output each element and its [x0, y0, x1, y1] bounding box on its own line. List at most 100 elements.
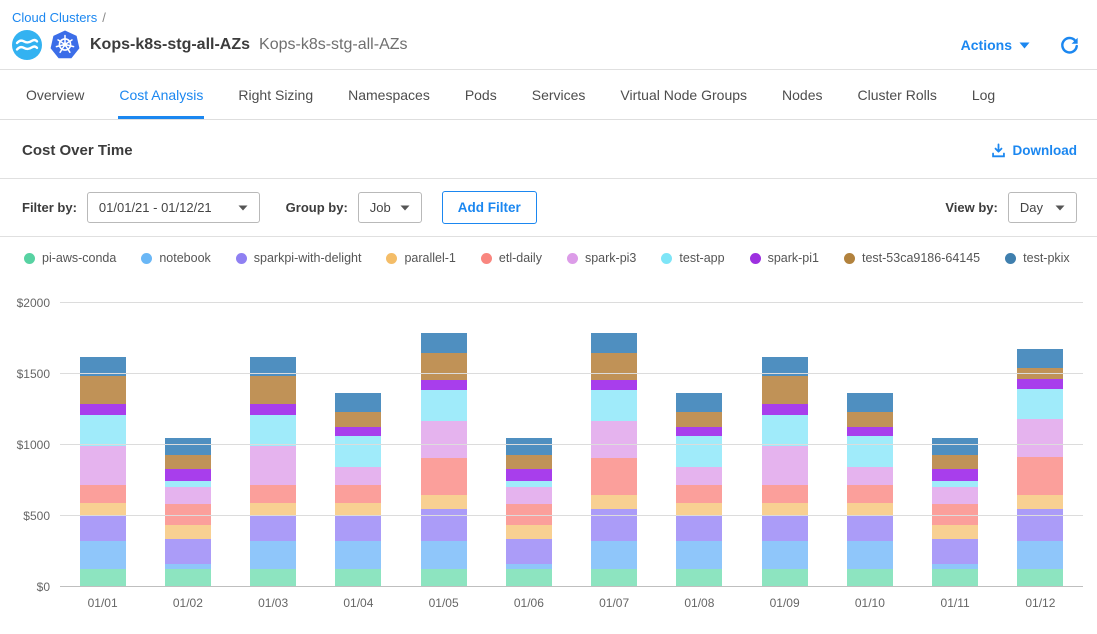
- tab-namespaces[interactable]: Namespaces: [347, 70, 431, 119]
- bar-segment-sparkpi-with-delight[interactable]: [762, 516, 808, 541]
- tab-log[interactable]: Log: [971, 70, 996, 119]
- bar-segment-sparkpi-with-delight[interactable]: [676, 515, 722, 541]
- bar-segment-sparkpi-with-delight[interactable]: [335, 515, 381, 541]
- bar-segment-test-53ca9186-64145[interactable]: [591, 353, 637, 380]
- bar-segment-test-app[interactable]: [250, 415, 296, 447]
- bar-segment-test-53ca9186-64145[interactable]: [80, 376, 126, 404]
- bar-segment-pi-aws-conda[interactable]: [250, 569, 296, 587]
- stacked-bar-01/07[interactable]: [591, 333, 637, 587]
- bar-segment-parallel-1[interactable]: [591, 495, 637, 508]
- bar-segment-test-pkix[interactable]: [165, 438, 211, 455]
- legend-item-spark-pi3[interactable]: spark-pi3: [567, 251, 636, 265]
- bar-segment-test-app[interactable]: [80, 415, 126, 447]
- bar-segment-test-pkix[interactable]: [421, 333, 467, 353]
- bar-segment-test-pkix[interactable]: [932, 438, 978, 455]
- bar-segment-test-53ca9186-64145[interactable]: [335, 412, 381, 426]
- bar-segment-test-53ca9186-64145[interactable]: [676, 412, 722, 426]
- bar-segment-test-app[interactable]: [421, 390, 467, 421]
- stacked-bar-01/12[interactable]: [1017, 349, 1063, 587]
- bar-segment-test-app[interactable]: [591, 390, 637, 421]
- legend-item-notebook[interactable]: notebook: [141, 251, 210, 265]
- bar-segment-pi-aws-conda[interactable]: [80, 569, 126, 587]
- bar-segment-parallel-1[interactable]: [1017, 495, 1063, 509]
- bar-segment-spark-pi1[interactable]: [421, 380, 467, 391]
- bar-segment-test-53ca9186-64145[interactable]: [250, 376, 296, 404]
- bar-segment-test-app[interactable]: [847, 436, 893, 467]
- legend-item-test-pkix[interactable]: test-pkix: [1005, 251, 1070, 265]
- bar-segment-spark-pi3[interactable]: [1017, 419, 1063, 457]
- stacked-bar-01/03[interactable]: [250, 357, 296, 587]
- bar-segment-test-pkix[interactable]: [1017, 349, 1063, 367]
- bar-segment-spark-pi3[interactable]: [506, 487, 552, 504]
- bar-segment-pi-aws-conda[interactable]: [762, 569, 808, 587]
- bar-segment-test-app[interactable]: [676, 436, 722, 467]
- bar-segment-etl-daily[interactable]: [1017, 457, 1063, 495]
- bar-segment-notebook[interactable]: [80, 541, 126, 569]
- bar-segment-notebook[interactable]: [676, 541, 722, 569]
- bar-segment-test-app[interactable]: [335, 436, 381, 467]
- download-button[interactable]: Download: [991, 143, 1078, 158]
- legend-item-etl-daily[interactable]: etl-daily: [481, 251, 542, 265]
- view-by-select[interactable]: Day: [1008, 192, 1077, 223]
- bar-segment-test-53ca9186-64145[interactable]: [932, 455, 978, 468]
- bar-segment-test-pkix[interactable]: [335, 393, 381, 412]
- tab-cluster-rolls[interactable]: Cluster Rolls: [856, 70, 937, 119]
- bar-segment-test-pkix[interactable]: [676, 393, 722, 412]
- bar-segment-spark-pi3[interactable]: [591, 421, 637, 458]
- bar-segment-test-53ca9186-64145[interactable]: [421, 353, 467, 380]
- bar-segment-test-pkix[interactable]: [591, 333, 637, 353]
- stacked-bar-01/06[interactable]: [506, 438, 552, 587]
- bar-segment-parallel-1[interactable]: [932, 525, 978, 539]
- bar-segment-spark-pi1[interactable]: [676, 427, 722, 436]
- stacked-bar-01/10[interactable]: [847, 393, 893, 587]
- bar-segment-spark-pi3[interactable]: [421, 421, 467, 458]
- bar-segment-etl-daily[interactable]: [676, 485, 722, 503]
- bar-segment-spark-pi3[interactable]: [80, 446, 126, 484]
- legend-item-test-app[interactable]: test-app: [661, 251, 724, 265]
- bar-segment-sparkpi-with-delight[interactable]: [506, 539, 552, 564]
- bar-segment-spark-pi1[interactable]: [165, 469, 211, 481]
- legend-item-parallel-1[interactable]: parallel-1: [386, 251, 455, 265]
- bar-segment-parallel-1[interactable]: [847, 503, 893, 515]
- bar-segment-pi-aws-conda[interactable]: [932, 569, 978, 587]
- bar-segment-etl-daily[interactable]: [421, 458, 467, 496]
- bar-segment-pi-aws-conda[interactable]: [1017, 569, 1063, 587]
- bar-segment-notebook[interactable]: [335, 541, 381, 569]
- actions-button[interactable]: Actions: [961, 37, 1030, 53]
- bar-segment-test-app[interactable]: [762, 415, 808, 447]
- bar-segment-notebook[interactable]: [1017, 541, 1063, 569]
- legend-item-sparkpi-with-delight[interactable]: sparkpi-with-delight: [236, 251, 362, 265]
- group-by-select[interactable]: Job: [358, 192, 422, 223]
- tab-virtual-node-groups[interactable]: Virtual Node Groups: [619, 70, 748, 119]
- bar-segment-notebook[interactable]: [591, 541, 637, 569]
- legend-item-spark-pi1[interactable]: spark-pi1: [750, 251, 819, 265]
- bar-segment-spark-pi1[interactable]: [1017, 379, 1063, 389]
- tab-pods[interactable]: Pods: [464, 70, 498, 119]
- bar-segment-spark-pi3[interactable]: [847, 467, 893, 485]
- bar-segment-spark-pi1[interactable]: [932, 469, 978, 481]
- bar-segment-spark-pi3[interactable]: [165, 487, 211, 504]
- tab-right-sizing[interactable]: Right Sizing: [237, 70, 314, 119]
- bar-segment-spark-pi1[interactable]: [506, 469, 552, 481]
- bar-segment-sparkpi-with-delight[interactable]: [847, 515, 893, 541]
- bar-segment-test-53ca9186-64145[interactable]: [847, 412, 893, 426]
- stacked-bar-01/09[interactable]: [762, 357, 808, 587]
- bar-segment-spark-pi1[interactable]: [591, 380, 637, 391]
- tab-cost-analysis[interactable]: Cost Analysis: [118, 70, 204, 119]
- bar-segment-sparkpi-with-delight[interactable]: [80, 516, 126, 541]
- bar-segment-parallel-1[interactable]: [676, 503, 722, 515]
- bar-segment-test-app[interactable]: [1017, 389, 1063, 420]
- bar-segment-spark-pi1[interactable]: [847, 427, 893, 436]
- stacked-bar-01/05[interactable]: [421, 333, 467, 587]
- bar-segment-pi-aws-conda[interactable]: [165, 569, 211, 587]
- bar-segment-spark-pi3[interactable]: [250, 446, 296, 484]
- bar-segment-etl-daily[interactable]: [591, 458, 637, 496]
- bar-segment-notebook[interactable]: [421, 541, 467, 569]
- bar-segment-sparkpi-with-delight[interactable]: [1017, 509, 1063, 541]
- bar-segment-spark-pi3[interactable]: [335, 467, 381, 485]
- bar-segment-test-pkix[interactable]: [506, 438, 552, 455]
- bar-segment-spark-pi3[interactable]: [676, 467, 722, 485]
- bar-segment-etl-daily[interactable]: [762, 485, 808, 503]
- bar-segment-spark-pi3[interactable]: [932, 487, 978, 504]
- bar-segment-test-53ca9186-64145[interactable]: [506, 455, 552, 468]
